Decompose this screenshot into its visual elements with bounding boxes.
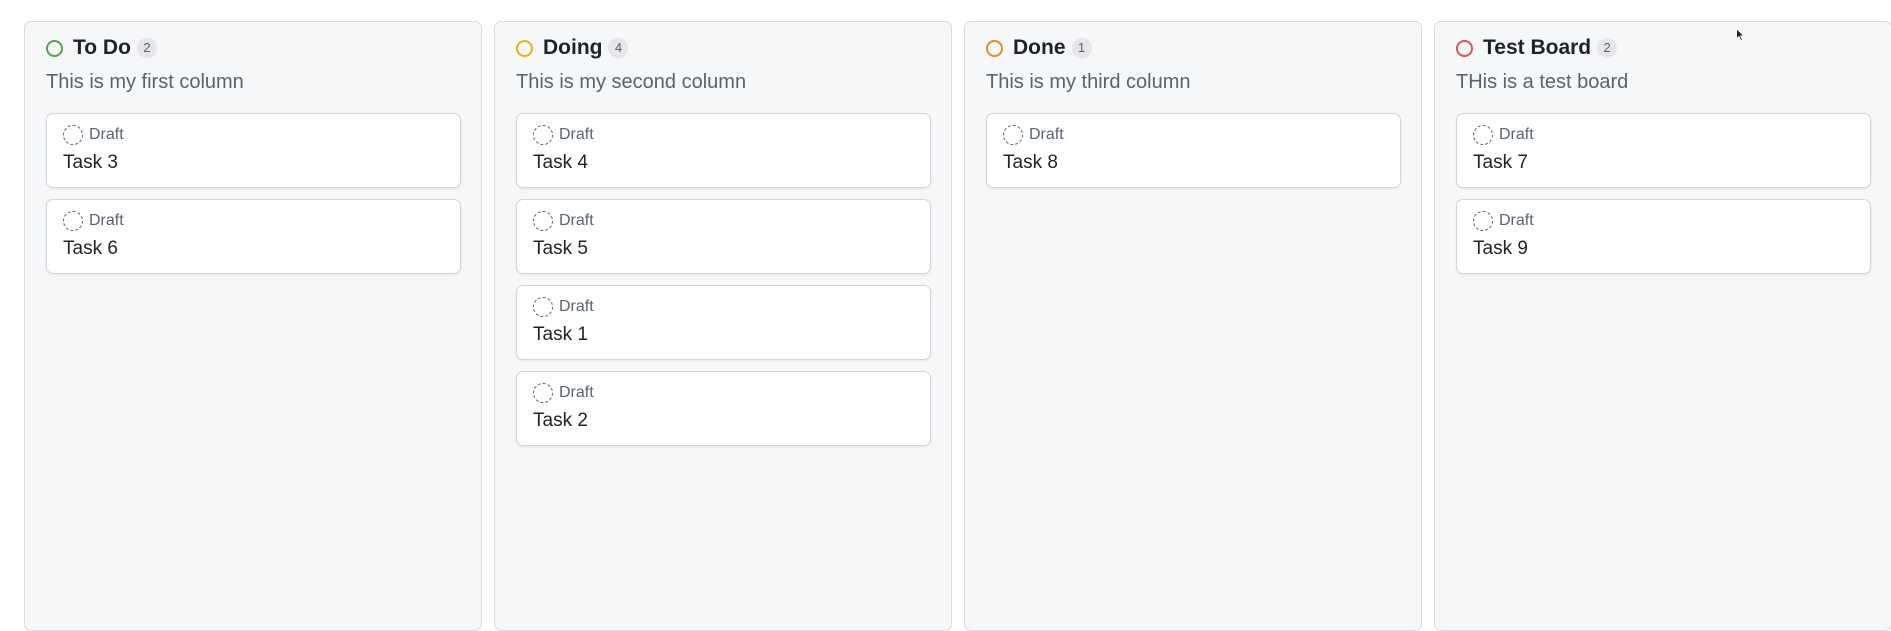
column-description: This is my first column	[46, 71, 244, 93]
draft-status-icon	[63, 125, 83, 145]
column-status-icon	[986, 39, 1003, 57]
kanban-board: To Do 2 This is my first column Draft Ta…	[24, 21, 1891, 631]
mouse-pointer-icon	[1736, 28, 1746, 42]
item-count-badge: 2	[136, 38, 157, 58]
item-count-badge: 4	[608, 38, 629, 58]
task-card[interactable]: Draft Task 3	[46, 113, 461, 188]
column-to-do: To Do 2 This is my first column Draft Ta…	[24, 21, 482, 631]
column-done: Done 1 This is my third column Draft Tas…	[964, 21, 1422, 631]
column-status-icon	[1456, 39, 1473, 57]
column-header[interactable]: Doing 4	[516, 35, 930, 61]
column-header[interactable]: To Do 2	[46, 35, 460, 61]
column-doing: Doing 4 This is my second column Draft T…	[494, 21, 952, 631]
draft-status-icon	[1473, 211, 1493, 231]
draft-label: Draft	[89, 212, 124, 229]
draft-label: Draft	[559, 384, 594, 401]
card-list: Draft Task 8	[986, 113, 1401, 188]
column-title[interactable]: To Do	[73, 35, 131, 61]
draft-label: Draft	[559, 126, 594, 143]
column-title[interactable]: Done	[1013, 35, 1066, 61]
column-header[interactable]: Done 1	[986, 35, 1400, 61]
card-title[interactable]: Task 2	[533, 409, 914, 433]
task-card[interactable]: Draft Task 4	[516, 113, 931, 188]
draft-label: Draft	[1499, 212, 1534, 229]
column-title[interactable]: Test Board	[1483, 35, 1591, 61]
card-title[interactable]: Task 4	[533, 151, 914, 175]
task-card[interactable]: Draft Task 9	[1456, 199, 1871, 274]
column-description: This is my second column	[516, 71, 747, 93]
card-status: Draft	[1473, 124, 1854, 146]
card-list: Draft Task 7 Draft Task 9	[1456, 113, 1871, 274]
card-status: Draft	[533, 382, 914, 404]
task-card[interactable]: Draft Task 6	[46, 199, 461, 274]
draft-status-icon	[533, 297, 553, 317]
card-status: Draft	[533, 296, 914, 318]
card-title[interactable]: Task 3	[63, 151, 444, 175]
draft-status-icon	[533, 125, 553, 145]
column-title[interactable]: Doing	[543, 35, 602, 61]
draft-label: Draft	[1499, 126, 1534, 143]
column-status-icon	[46, 39, 63, 57]
card-status: Draft	[63, 124, 444, 146]
card-status: Draft	[533, 124, 914, 146]
draft-label: Draft	[1029, 126, 1064, 143]
draft-status-icon	[533, 211, 553, 231]
item-count-badge: 1	[1071, 38, 1092, 58]
draft-label: Draft	[559, 298, 594, 315]
column-description: THis is a test board	[1456, 71, 1629, 93]
draft-status-icon	[1473, 125, 1493, 145]
card-list: Draft Task 4 Draft Task 5 Draft Task 1 D…	[516, 113, 931, 446]
item-count-badge: 2	[1597, 38, 1618, 58]
card-status: Draft	[1003, 124, 1384, 146]
column-test-board: Test Board 2 THis is a test board Draft …	[1434, 21, 1891, 631]
column-description: This is my third column	[986, 71, 1191, 93]
card-title[interactable]: Task 6	[63, 237, 444, 261]
draft-status-icon	[1003, 125, 1023, 145]
task-card[interactable]: Draft Task 2	[516, 371, 931, 446]
column-header[interactable]: Test Board 2	[1456, 35, 1870, 61]
card-title[interactable]: Task 7	[1473, 151, 1854, 175]
task-card[interactable]: Draft Task 1	[516, 285, 931, 360]
card-title[interactable]: Task 5	[533, 237, 914, 261]
card-status: Draft	[533, 210, 914, 232]
card-title[interactable]: Task 8	[1003, 151, 1384, 175]
draft-label: Draft	[559, 212, 594, 229]
task-card[interactable]: Draft Task 7	[1456, 113, 1871, 188]
draft-status-icon	[533, 383, 553, 403]
draft-label: Draft	[89, 126, 124, 143]
task-card[interactable]: Draft Task 5	[516, 199, 931, 274]
card-title[interactable]: Task 1	[533, 323, 914, 347]
column-status-icon	[516, 39, 533, 57]
card-list: Draft Task 3 Draft Task 6	[46, 113, 461, 274]
draft-status-icon	[63, 211, 83, 231]
card-title[interactable]: Task 9	[1473, 237, 1854, 261]
task-card[interactable]: Draft Task 8	[986, 113, 1401, 188]
card-status: Draft	[1473, 210, 1854, 232]
card-status: Draft	[63, 210, 444, 232]
